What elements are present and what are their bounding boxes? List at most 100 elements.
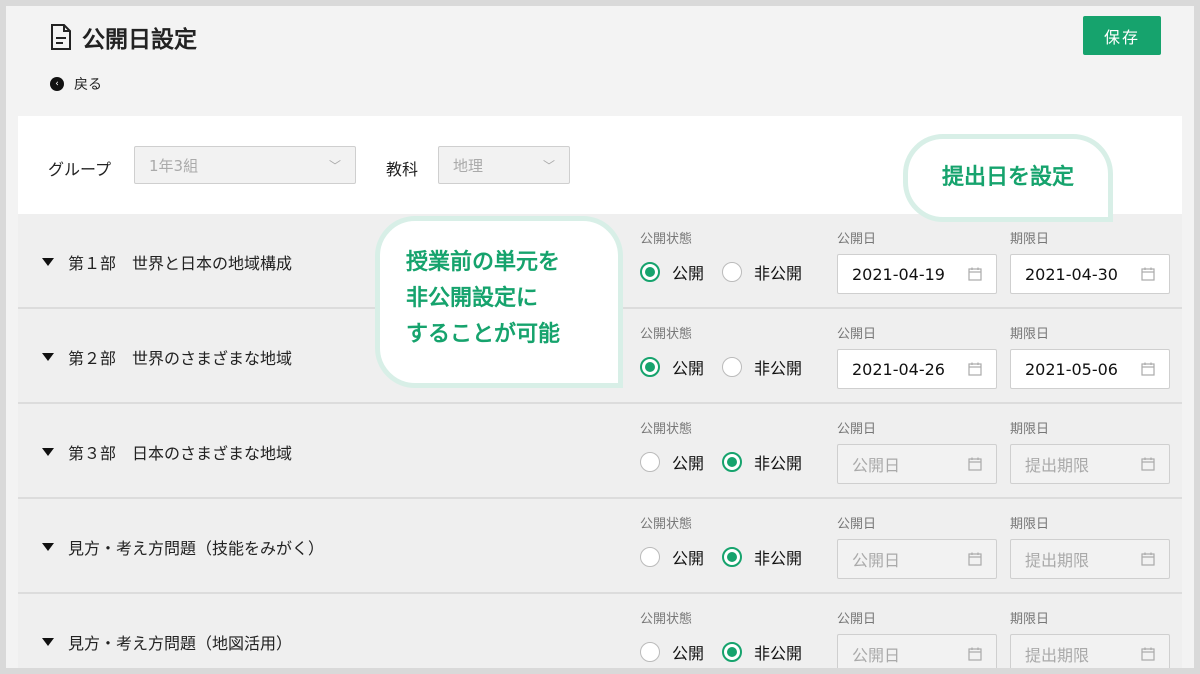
- callout-private: 授業前の単元を 非公開設定に することが可能: [375, 216, 623, 388]
- unit-title: 第１部 世界と日本の地域構成: [68, 253, 293, 273]
- callout-deadline: 提出日を設定: [903, 134, 1113, 222]
- calendar-icon: [968, 552, 982, 566]
- radio-private[interactable]: 非公開: [722, 545, 802, 569]
- radio-circle-icon[interactable]: [722, 642, 743, 662]
- caret-down-icon: [42, 542, 54, 551]
- calendar-icon: [1141, 552, 1155, 566]
- unit-toggle[interactable]: 見方・考え方問題（技能をみがく）: [42, 499, 324, 594]
- calendar-icon: [968, 362, 982, 376]
- open-date-value: 2021-04-19: [852, 264, 945, 284]
- open-date-input[interactable]: 公開日: [837, 444, 997, 484]
- radio-private[interactable]: 非公開: [722, 355, 802, 379]
- calendar-icon: [968, 647, 982, 661]
- due-date-column-label: 期限日: [1010, 517, 1050, 532]
- due-date-column-label: 期限日: [1010, 612, 1050, 627]
- due-date-value: 提出期限: [1025, 456, 1090, 475]
- page-header: 公開日設定 ‹ 戻る 保存: [6, 6, 1194, 116]
- callout-deadline-text: 提出日を設定: [941, 165, 1074, 190]
- unit-toggle[interactable]: 見方・考え方問題（地図活用）: [42, 594, 292, 668]
- unit-toggle[interactable]: 第１部 世界と日本の地域構成: [42, 214, 292, 309]
- open-date-value: 公開日: [852, 456, 901, 475]
- group-label: グループ: [48, 160, 112, 179]
- unit-row: 見方・考え方問題（地図活用） 公開状態 公開日 期限日 公開 非公開 公開日 提…: [18, 594, 1182, 668]
- due-date-input[interactable]: 提出期限: [1010, 634, 1170, 668]
- caret-down-icon: [42, 447, 54, 456]
- status-column-label: 公開状態: [640, 232, 693, 247]
- status-radio-group: 公開 非公開: [640, 260, 802, 284]
- status-radio-group: 公開 非公開: [640, 450, 802, 474]
- radio-private-label: 非公開: [754, 359, 803, 378]
- radio-public[interactable]: 公開: [640, 545, 704, 569]
- radio-circle-icon[interactable]: [722, 452, 743, 472]
- due-date-input[interactable]: 2021-04-30: [1010, 254, 1170, 294]
- unit-title: 第３部 日本のさまざまな地域: [68, 443, 293, 463]
- radio-private-label: 非公開: [754, 264, 803, 283]
- due-date-column-label: 期限日: [1010, 232, 1050, 247]
- status-radio-group: 公開 非公開: [640, 545, 802, 569]
- due-date-value: 提出期限: [1025, 646, 1090, 665]
- group-select[interactable]: 1年3組 ﹀: [134, 146, 356, 184]
- open-date-column-label: 公開日: [837, 232, 877, 247]
- open-date-input[interactable]: 公開日: [837, 539, 997, 579]
- due-date-column-label: 期限日: [1010, 422, 1050, 437]
- radio-private[interactable]: 非公開: [722, 260, 802, 284]
- status-column-label: 公開状態: [640, 422, 693, 437]
- callout-private-line: することが可能: [406, 322, 561, 347]
- radio-circle-icon[interactable]: [640, 262, 660, 282]
- back-label: 戻る: [74, 77, 102, 93]
- calendar-icon: [1141, 457, 1155, 471]
- radio-public[interactable]: 公開: [640, 640, 704, 664]
- calendar-icon: [968, 267, 982, 281]
- radio-circle-icon[interactable]: [640, 357, 660, 377]
- radio-public-label: 公開: [672, 549, 705, 568]
- radio-private-label: 非公開: [754, 644, 803, 663]
- radio-circle-icon[interactable]: [722, 357, 743, 377]
- radio-public[interactable]: 公開: [640, 450, 704, 474]
- status-column-label: 公開状態: [640, 612, 693, 627]
- radio-circle-icon[interactable]: [640, 452, 660, 472]
- radio-public-label: 公開: [672, 359, 705, 378]
- radio-public[interactable]: 公開: [640, 260, 704, 284]
- chevron-down-icon: ﹀: [542, 158, 555, 173]
- unit-toggle[interactable]: 第３部 日本のさまざまな地域: [42, 404, 292, 499]
- caret-down-icon: [42, 257, 54, 266]
- radio-circle-icon[interactable]: [640, 547, 660, 567]
- status-radio-group: 公開 非公開: [640, 355, 802, 379]
- document-icon: [51, 24, 71, 50]
- callout-private-line: 非公開設定に: [406, 286, 539, 311]
- radio-circle-icon[interactable]: [722, 262, 743, 282]
- app-frame: 公開日設定 ‹ 戻る 保存 グループ 1年3組 ﹀ 教科 地理 ﹀ 第１部 世界…: [6, 6, 1194, 668]
- unit-title: 見方・考え方問題（技能をみがく）: [68, 538, 325, 558]
- due-date-column-label: 期限日: [1010, 327, 1050, 342]
- back-link[interactable]: ‹ 戻る: [50, 74, 102, 94]
- page-title-text: 公開日設定: [82, 27, 197, 53]
- subject-select-value: 地理: [453, 156, 484, 175]
- radio-private[interactable]: 非公開: [722, 450, 802, 474]
- calendar-icon: [1141, 267, 1155, 281]
- subject-select[interactable]: 地理 ﹀: [438, 146, 570, 184]
- open-date-input[interactable]: 2021-04-19: [837, 254, 997, 294]
- due-date-input[interactable]: 提出期限: [1010, 539, 1170, 579]
- unit-title: 第２部 世界のさまざまな地域: [68, 348, 293, 368]
- unit-toggle[interactable]: 第２部 世界のさまざまな地域: [42, 309, 292, 404]
- group-select-value: 1年3組: [149, 156, 199, 175]
- open-date-input[interactable]: 2021-04-26: [837, 349, 997, 389]
- radio-private[interactable]: 非公開: [722, 640, 802, 664]
- radio-circle-icon[interactable]: [640, 642, 660, 662]
- radio-public[interactable]: 公開: [640, 355, 704, 379]
- due-date-value: 提出期限: [1025, 551, 1090, 570]
- radio-public-label: 公開: [672, 644, 705, 663]
- due-date-input[interactable]: 提出期限: [1010, 444, 1170, 484]
- open-date-value: 2021-04-26: [852, 359, 945, 379]
- open-date-input[interactable]: 公開日: [837, 634, 997, 668]
- due-date-value: 2021-05-06: [1025, 359, 1118, 379]
- open-date-value: 公開日: [852, 551, 901, 570]
- radio-circle-icon[interactable]: [722, 547, 743, 567]
- save-button[interactable]: 保存: [1083, 16, 1161, 55]
- calendar-icon: [1141, 362, 1155, 376]
- open-date-column-label: 公開日: [837, 612, 877, 627]
- chevron-down-icon: ﹀: [328, 158, 341, 173]
- back-arrow-icon: ‹: [50, 77, 64, 91]
- radio-public-label: 公開: [672, 454, 705, 473]
- due-date-input[interactable]: 2021-05-06: [1010, 349, 1170, 389]
